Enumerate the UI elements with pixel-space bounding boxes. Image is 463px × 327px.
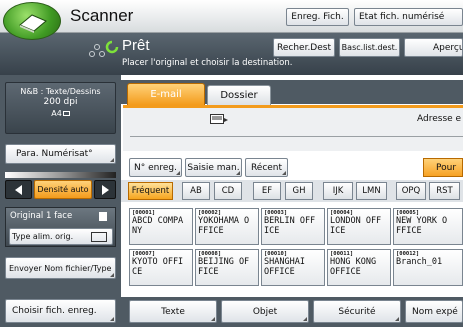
- density-scale: [5, 172, 116, 178]
- entry-line2: OFFICE: [330, 266, 361, 277]
- send-to-button[interactable]: Pour: [423, 158, 463, 177]
- original-feed-type-label: Type alim. orig.: [12, 232, 74, 241]
- reg-number-button[interactable]: N° enreg.: [129, 158, 182, 177]
- index-cd[interactable]: CD: [214, 182, 242, 200]
- entry-line2: OFFICE: [264, 266, 295, 277]
- resolution-text: 200 dpi: [43, 97, 78, 107]
- arrow-left-icon: [15, 184, 22, 195]
- security-button[interactable]: Sécurité: [313, 300, 401, 323]
- entry-line2: FFICE: [396, 225, 422, 236]
- entry-line2: CE: [132, 266, 143, 277]
- destination-entry[interactable]: [00002] YOKOHAMA O FFICE: [195, 208, 259, 245]
- original-sides-label: Original 1 face: [10, 211, 73, 221]
- index-ef[interactable]: EF: [253, 182, 281, 200]
- index-ab[interactable]: AB: [182, 182, 210, 200]
- preview-button[interactable]: Aperçu: [404, 38, 463, 57]
- destination-entry[interactable]: [00001] ABCD COMPA NY: [129, 208, 193, 245]
- destination-entry[interactable]: [00007] KYOTO OFFI CE: [129, 249, 193, 286]
- density-lighter-button[interactable]: [5, 180, 32, 199]
- address-field-label[interactable]: Adresse e: [417, 114, 461, 124]
- select-stored-file-button[interactable]: Choisir fich. enreg.: [5, 299, 116, 323]
- destination-entry[interactable]: [00005] NEW YORK O FFICE: [393, 208, 463, 245]
- destination-field-area: [123, 105, 463, 151]
- scan-mode-summary: N&B : Texte/Dessins 200 dpi A4: [5, 82, 116, 134]
- index-lmn[interactable]: LMN: [356, 182, 387, 200]
- feed-type-icon: [91, 232, 107, 242]
- scanned-file-status-button[interactable]: Etat fich. numérisé: [354, 8, 463, 26]
- color-mode-text: N&B : Texte/Dessins: [20, 87, 101, 96]
- text-button[interactable]: Texte: [129, 300, 217, 323]
- tab-folder[interactable]: Dossier: [207, 85, 271, 105]
- status-title: Prêt: [122, 37, 150, 54]
- destination-entry[interactable]: [00008] BEIJING OF FICE: [195, 249, 259, 286]
- original-feed-type-button[interactable]: Type alim. orig.: [9, 228, 113, 245]
- subject-button[interactable]: Objet: [221, 300, 309, 323]
- entry-line2: ICE: [264, 225, 280, 236]
- index-rst[interactable]: RST: [429, 182, 460, 200]
- destination-entry[interactable]: [00003] BERLIN OFF ICE: [261, 208, 325, 245]
- ready-icon: [104, 39, 120, 55]
- recent-button[interactable]: Récent: [245, 158, 288, 177]
- document-icon: [99, 212, 107, 221]
- index-opq[interactable]: OPQ: [396, 182, 426, 200]
- tab-email[interactable]: E-mail: [127, 83, 205, 105]
- reg-program-button[interactable]: Enreg. Fich.: [286, 8, 349, 26]
- index-gh[interactable]: GH: [285, 182, 313, 200]
- entry-line2: NY: [132, 225, 143, 236]
- scanner-icon: [19, 14, 47, 33]
- switch-dest-list-button[interactable]: Basc.list.dest.: [339, 38, 400, 57]
- destination-line: [130, 136, 463, 137]
- search-destination-button[interactable]: Recher.Dest: [273, 38, 335, 57]
- entry-line1: Branch_01: [396, 257, 443, 267]
- email-address-icon: [210, 114, 228, 126]
- index-frequent[interactable]: Fréquent: [128, 182, 173, 200]
- destination-entry[interactable]: [00004] LONDON OFF ICE: [327, 208, 391, 245]
- manual-input-button[interactable]: Saisie man.: [185, 158, 242, 177]
- status-subtitle: Placer l'original et choisir la destinat…: [122, 58, 293, 68]
- app-title: Scanner: [70, 6, 134, 25]
- destination-entry[interactable]: [00010] SHANGHAI OFFICE: [261, 249, 325, 286]
- paper-size-text: A4: [6, 108, 115, 119]
- index-ijk[interactable]: IJK: [323, 182, 353, 200]
- destination-entry[interactable]: [00011] HONG KONG OFFICE: [327, 249, 391, 286]
- destination-entry[interactable]: [00012] Branch_01: [393, 249, 463, 286]
- entry-line2: FFICE: [198, 225, 224, 236]
- density-darker-button[interactable]: [94, 180, 116, 199]
- portrait-icon: [62, 111, 70, 116]
- arrow-right-icon: [101, 184, 109, 195]
- entry-line2: FICE: [198, 266, 219, 277]
- scanner-logo: [3, 2, 61, 40]
- sender-name-button[interactable]: Nom expé: [405, 300, 463, 323]
- entry-line2: ICE: [330, 225, 346, 236]
- auto-density-button[interactable]: Densité auto: [34, 180, 92, 199]
- send-file-type-button[interactable]: Envoyer Nom fichier/Type: [5, 257, 116, 279]
- scan-settings-button[interactable]: Para. Numérisat°: [5, 144, 116, 164]
